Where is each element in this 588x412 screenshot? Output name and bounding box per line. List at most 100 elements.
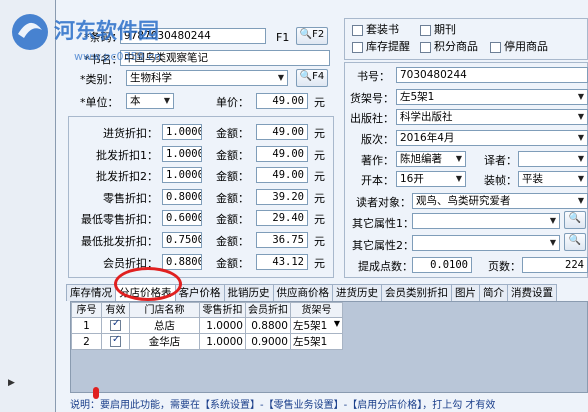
discount-rate-input[interactable]: 0.8000 (162, 188, 202, 205)
author-label: 著作： (361, 154, 394, 167)
discount-rate-input[interactable]: 0.6000 (162, 210, 202, 227)
discount-yuan-label: 元 (314, 127, 325, 140)
category-select[interactable]: 生物科学 (126, 70, 288, 86)
attr1-select[interactable] (412, 213, 560, 229)
store-name-cell: 总店 (129, 317, 200, 334)
edition-label: 版次： (361, 133, 394, 146)
discount-amount-label: 金额： (216, 170, 249, 184)
discount-amount-input[interactable]: 49.00 (256, 124, 308, 140)
shelf-cell[interactable]: 左5架1 ▼ (290, 317, 343, 334)
discount-amount-label: 金额： (216, 148, 249, 162)
discount-row-label: 进货折扣： (103, 127, 158, 140)
unit-select[interactable]: 本 (126, 93, 174, 109)
edition-select[interactable]: 2016年4月 (396, 130, 588, 146)
discount-amount-input[interactable]: 49.00 (256, 145, 308, 162)
f1-hint: F1 (276, 31, 290, 44)
tab-8[interactable]: 简介 (479, 284, 508, 301)
col-header-shelf: 货架号 (290, 302, 343, 318)
attr2-select[interactable] (412, 235, 560, 251)
left-sidebar: ▶ (0, 0, 56, 412)
title-input[interactable]: 中国鸟类观察笔记 (120, 50, 330, 66)
discount-amount-label: 金额： (216, 127, 249, 140)
table-row[interactable]: 2 金华店1.00000.9000左5架1 (71, 333, 343, 350)
discount-yuan-label: 元 (314, 148, 325, 162)
discount-row-label: 批发折扣1： (96, 148, 158, 162)
attr2-search-button[interactable]: 🔍 (564, 233, 586, 251)
translator-label: 译者： (484, 154, 517, 167)
attr1-search-button[interactable]: 🔍 (564, 211, 586, 229)
col-header-member-discount: 会员折扣 (245, 302, 291, 318)
disabled-item-checkbox[interactable] (490, 42, 501, 53)
valid-checkbox[interactable] (110, 319, 121, 331)
shelf-cell[interactable]: 左5架1 (290, 333, 343, 350)
valid-checkbox-cell (101, 317, 130, 334)
store-name-cell: 金华店 (129, 333, 200, 350)
set-book-label: 套装书 (366, 23, 399, 36)
shelf-select[interactable]: 左5架1 (396, 89, 588, 105)
tab-4[interactable]: 供应商价格 (272, 284, 333, 301)
search-icon: 🔍 (568, 213, 582, 224)
discount-amount-input[interactable]: 49.00 (256, 167, 308, 184)
tab-6[interactable]: 会员类别折扣 (381, 284, 452, 301)
footer-note: 说明：要启用此功能，需要在【系统设置】-【零售业务设置】-【启用分店价格】，打上… (70, 400, 496, 411)
readers-select[interactable]: 观鸟、鸟类研究爱者 (412, 193, 588, 209)
readers-label: 读者对象： (356, 196, 411, 209)
format-label: 开本： (361, 174, 394, 187)
discount-row-label: 最低零售折扣： (81, 213, 158, 227)
periodical-checkbox[interactable] (420, 25, 431, 36)
tab-7[interactable]: 图片 (451, 284, 480, 301)
discount-amount-input[interactable]: 43.12 (256, 253, 308, 270)
grid-body: 1 总店1.00000.8800左5架1▼ 2 金华店1.00000.9000左5架1 (71, 317, 343, 350)
title-label: *书名： (84, 53, 123, 66)
category-label: *类别： (80, 73, 119, 86)
pages-input[interactable]: 224 (522, 257, 588, 273)
tab-2[interactable]: 客户价格 (174, 284, 225, 301)
discount-rate-input[interactable]: 0.7500 (162, 232, 202, 248)
search-icon: 🔍 (568, 235, 582, 246)
col-header-no: 序号 (71, 302, 102, 318)
binding-select[interactable]: 平装 (518, 171, 588, 187)
publisher-select[interactable]: 科学出版社 (396, 109, 588, 125)
valid-checkbox[interactable] (110, 335, 121, 347)
discount-rate-input[interactable]: 1.0000 (162, 124, 202, 140)
discount-amount-input[interactable]: 29.40 (256, 210, 308, 227)
unit-price-input[interactable]: 49.00 (256, 93, 308, 109)
set-book-checkbox[interactable] (352, 25, 363, 36)
points-input[interactable]: 0.0100 (412, 257, 472, 273)
discount-rate-input[interactable]: 1.0000 (162, 167, 202, 184)
sidebar-expand-icon[interactable]: ▶ (8, 378, 15, 388)
col-header-retail-discount: 零售折扣 (199, 302, 246, 318)
stock-alert-label: 库存提醒 (366, 40, 410, 53)
tab-5[interactable]: 进货历史 (332, 284, 382, 301)
barcode-label: *条码： (84, 31, 123, 44)
discount-amount-input[interactable]: 39.20 (256, 188, 308, 205)
discount-row-label: 批发折扣2： (96, 170, 158, 184)
discount-amount-input[interactable]: 36.75 (256, 232, 308, 248)
highlight-circle (114, 267, 182, 301)
author-select[interactable]: 陈旭编著 (396, 151, 466, 167)
attr2-label: 其它属性2： (352, 239, 414, 252)
book-no-input[interactable]: 7030480244 (396, 67, 588, 83)
table-row[interactable]: 1 总店1.00000.8800左5架1▼ (71, 317, 343, 334)
unit-label: *单位： (80, 96, 119, 109)
attr1-label: 其它属性1： (352, 217, 414, 230)
chevron-down-icon[interactable]: ▼ (334, 319, 340, 328)
discount-amount-label: 金额： (216, 191, 249, 205)
translator-select[interactable] (518, 151, 588, 167)
tab-9[interactable]: 消费设置 (507, 284, 557, 301)
category-search-button[interactable]: 🔍F4 (296, 69, 328, 87)
discount-rate-input[interactable]: 1.0000 (162, 145, 202, 162)
discount-amount-label: 金额： (216, 256, 249, 270)
stock-alert-checkbox[interactable] (352, 42, 363, 53)
tab-3[interactable]: 批销历史 (223, 284, 274, 301)
barcode-input[interactable]: 9787030480244 (120, 28, 266, 44)
barcode-search-button[interactable]: 🔍F2 (296, 27, 328, 45)
unit-price-label: 单价： (216, 96, 249, 109)
tab-0[interactable]: 库存情况 (66, 284, 116, 301)
discount-rate-input[interactable]: 0.8800 (162, 253, 202, 270)
format-select[interactable]: 16开 (396, 171, 466, 187)
shelf-label: 货架号： (350, 92, 394, 105)
book-no-label: 书号： (357, 70, 390, 83)
points-item-checkbox[interactable] (420, 42, 431, 53)
col-header-valid: 有效 (101, 302, 130, 318)
